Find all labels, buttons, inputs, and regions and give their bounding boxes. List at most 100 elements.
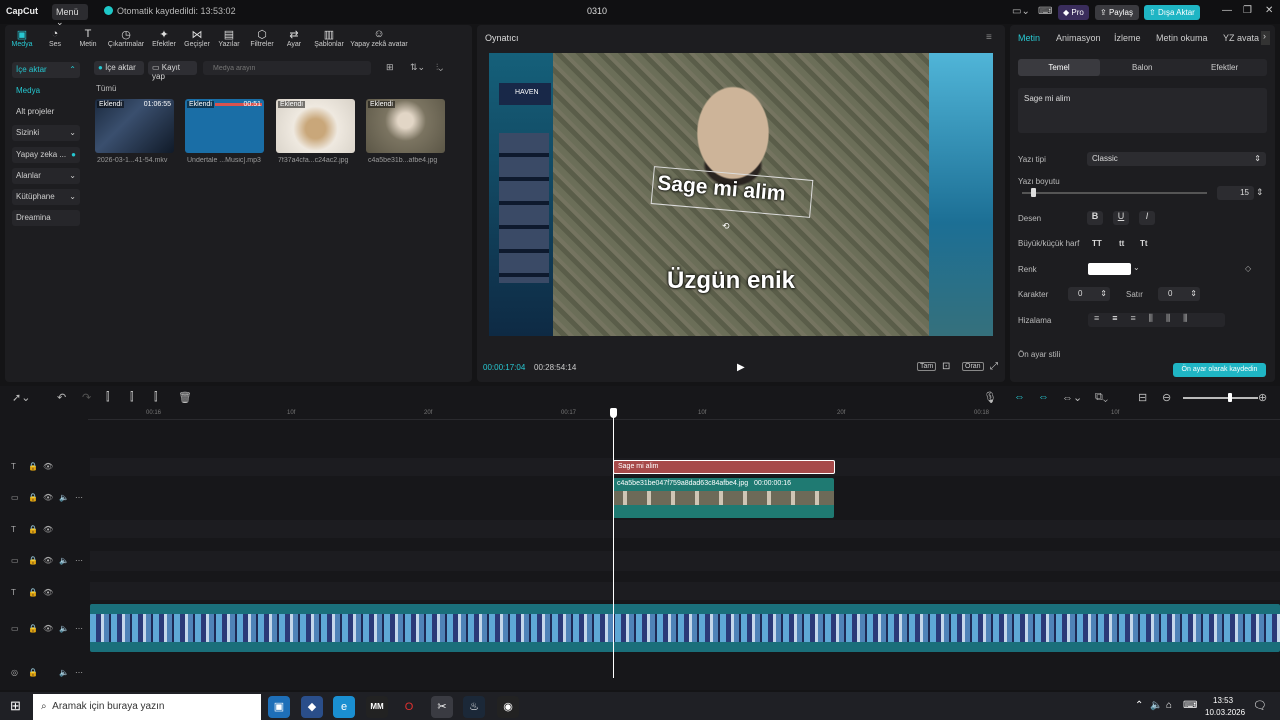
- volume-icon[interactable]: 🔈: [1150, 700, 1162, 711]
- sidebar-item-import[interactable]: İçe aktar ⌃: [12, 62, 80, 78]
- app-icon[interactable]: ◆: [301, 696, 323, 718]
- lock-icon[interactable]: 🔒: [28, 556, 38, 565]
- split-icon[interactable]: ⫿: [106, 391, 110, 404]
- record-button[interactable]: ▭ Kayıt yap: [148, 61, 197, 81]
- size-slider[interactable]: [1022, 188, 1207, 197]
- tab-ai-avatar-props[interactable]: YZ avata: [1223, 33, 1259, 43]
- keyboard-icon[interactable]: ⌨: [1183, 700, 1197, 711]
- italic-icon[interactable]: I: [1139, 211, 1155, 225]
- speaker-icon[interactable]: 🔈: [59, 556, 69, 565]
- snap-icon[interactable]: ⧉⌄: [1095, 391, 1108, 404]
- magnet-icon[interactable]: ⇔: [1014, 391, 1025, 403]
- case-upper-button[interactable]: TT: [1092, 239, 1102, 248]
- save-preset-button[interactable]: Ön ayar olarak kaydedin: [1173, 363, 1266, 377]
- import-button[interactable]: ● İçe aktar: [94, 61, 144, 75]
- more-icon[interactable]: ⋯: [75, 556, 83, 565]
- tab-animation[interactable]: Animasyon: [1056, 33, 1101, 43]
- mm-icon[interactable]: MM: [366, 696, 388, 718]
- sidebar-item-dreamina[interactable]: Dreamina: [12, 210, 80, 226]
- subtab-effects[interactable]: Efektler: [1211, 63, 1238, 72]
- caption-tool-icon[interactable]: ⊟: [1138, 391, 1147, 404]
- tab-tracking[interactable]: İzleme: [1114, 33, 1141, 43]
- media-card-image-2[interactable]: Eklendi: [366, 99, 445, 153]
- sidebar-item-subprojects[interactable]: Alt projeler: [12, 104, 80, 120]
- tab-text[interactable]: T Metin: [70, 28, 106, 48]
- lock-icon[interactable]: 🔒: [28, 588, 38, 597]
- sort-icon[interactable]: ⇅⌄: [410, 62, 425, 73]
- main-video-track[interactable]: [90, 604, 1280, 652]
- player-menu-icon[interactable]: ≡: [986, 32, 992, 43]
- align-vert2-icon[interactable]: ⫼: [1183, 313, 1200, 323]
- speaker-icon[interactable]: 🔈: [59, 493, 69, 502]
- store-icon[interactable]: ▣: [268, 696, 290, 718]
- close-icon[interactable]: ✕: [1265, 5, 1273, 16]
- shortcut-icon[interactable]: ⌨: [1038, 6, 1052, 17]
- video-preview[interactable]: HAVEN Sage mi alim ⟲ Üzgün enik: [489, 53, 993, 336]
- zoom-in-icon[interactable]: ⊕: [1258, 391, 1267, 404]
- lock-icon[interactable]: 🔒: [28, 462, 38, 471]
- tab-audio[interactable]: ◔ Ses: [37, 28, 73, 48]
- delete-icon[interactable]: 🗑: [178, 391, 192, 404]
- link-icon[interactable]: ⇔: [1038, 391, 1049, 403]
- select-tool-icon[interactable]: ➚⌄: [12, 391, 30, 404]
- windows-start-icon[interactable]: ⊞: [10, 698, 21, 714]
- underline-icon[interactable]: U: [1113, 211, 1129, 225]
- text-content-field[interactable]: Sage mi alim: [1018, 88, 1267, 133]
- sidebar-item-media[interactable]: Medya: [12, 83, 80, 99]
- eye-icon[interactable]: 👁: [43, 493, 53, 502]
- more-icon[interactable]: ⋯: [75, 668, 83, 677]
- lock-icon[interactable]: 🔒: [28, 493, 38, 502]
- zoom-slider[interactable]: [1183, 393, 1258, 402]
- split-right-icon[interactable]: ⫿: [154, 391, 158, 404]
- case-lower-button[interactable]: tt: [1119, 239, 1124, 248]
- char-spacing-input[interactable]: 0 ⇕: [1068, 287, 1110, 301]
- media-card-image-1[interactable]: Eklendi: [276, 99, 355, 153]
- minimize-icon[interactable]: —: [1222, 5, 1232, 16]
- tab-text-to-speech[interactable]: Metin okuma: [1156, 33, 1208, 43]
- more-icon[interactable]: ⋯: [75, 624, 83, 633]
- case-title-button[interactable]: Tt: [1140, 239, 1148, 248]
- tab-templates[interactable]: ▥ Şablonlar: [311, 28, 347, 48]
- filter-icon[interactable]: ⫶⌄: [436, 62, 443, 73]
- full-quality-button[interactable]: Tam: [917, 362, 937, 371]
- chevron-right-icon[interactable]: ›: [1261, 31, 1270, 45]
- align-left-icon[interactable]: ≡: [1094, 313, 1112, 323]
- more-icon[interactable]: ⋯: [75, 493, 83, 502]
- fullscreen-icon[interactable]: ⤢: [990, 361, 998, 372]
- color-swatch[interactable]: [1088, 263, 1131, 275]
- text-clip[interactable]: Sage mi alim: [613, 460, 835, 474]
- tab-effects[interactable]: ✦ Efektler: [146, 28, 182, 48]
- lock-icon[interactable]: 🔒: [28, 668, 38, 677]
- eye-icon[interactable]: 👁: [43, 624, 53, 633]
- keyframe-icon[interactable]: ◇: [1245, 264, 1251, 273]
- bold-icon[interactable]: B: [1087, 211, 1103, 225]
- tab-ai-avatar[interactable]: ☺ Yapay zekâ avatar: [350, 28, 408, 48]
- layout-icon[interactable]: ▭⌄: [1012, 6, 1030, 17]
- tab-text-props[interactable]: Metin: [1018, 33, 1040, 43]
- microphone-icon[interactable]: 🎙: [983, 391, 997, 404]
- capcut-taskbar-icon[interactable]: ✂: [431, 696, 453, 718]
- align-right-icon[interactable]: ≡: [1131, 313, 1149, 323]
- image-clip[interactable]: c4a5be31be047f759a8dad63c84afbe4.jpg 00:…: [613, 478, 834, 518]
- obs-icon[interactable]: ◉: [497, 696, 519, 718]
- opera-icon[interactable]: O: [398, 696, 420, 718]
- eye-icon[interactable]: 👁: [43, 588, 53, 597]
- sidebar-item-yours[interactable]: Sizinki ⌄: [12, 125, 80, 141]
- tab-media[interactable]: ▣ Medya: [4, 28, 40, 48]
- tab-transitions[interactable]: ⋈ Geçişler: [179, 28, 215, 48]
- align-vert-icon[interactable]: ⫼: [1166, 313, 1183, 323]
- zoom-slider-handle[interactable]: [1228, 393, 1232, 402]
- taskbar-search[interactable]: ⌕ Aramak için buraya yazın: [33, 694, 261, 720]
- clock-date[interactable]: 10.03.2026: [1205, 708, 1245, 717]
- share-button[interactable]: ⇪ Paylaş: [1095, 5, 1139, 20]
- align-justify-icon[interactable]: ⫼: [1149, 313, 1166, 323]
- pro-button[interactable]: ◆ Pro: [1058, 5, 1089, 20]
- size-slider-handle[interactable]: [1031, 188, 1037, 197]
- tray-chevron-icon[interactable]: ⌃: [1135, 700, 1143, 711]
- media-search-input[interactable]: [203, 61, 371, 75]
- media-card-video[interactable]: Eklendi 01:06:55: [95, 99, 174, 153]
- notification-icon[interactable]: 🗨: [1253, 699, 1267, 712]
- steam-icon[interactable]: ♨: [463, 696, 485, 718]
- redo-icon[interactable]: ↷: [82, 391, 91, 404]
- speaker-icon[interactable]: 🔈: [59, 668, 69, 677]
